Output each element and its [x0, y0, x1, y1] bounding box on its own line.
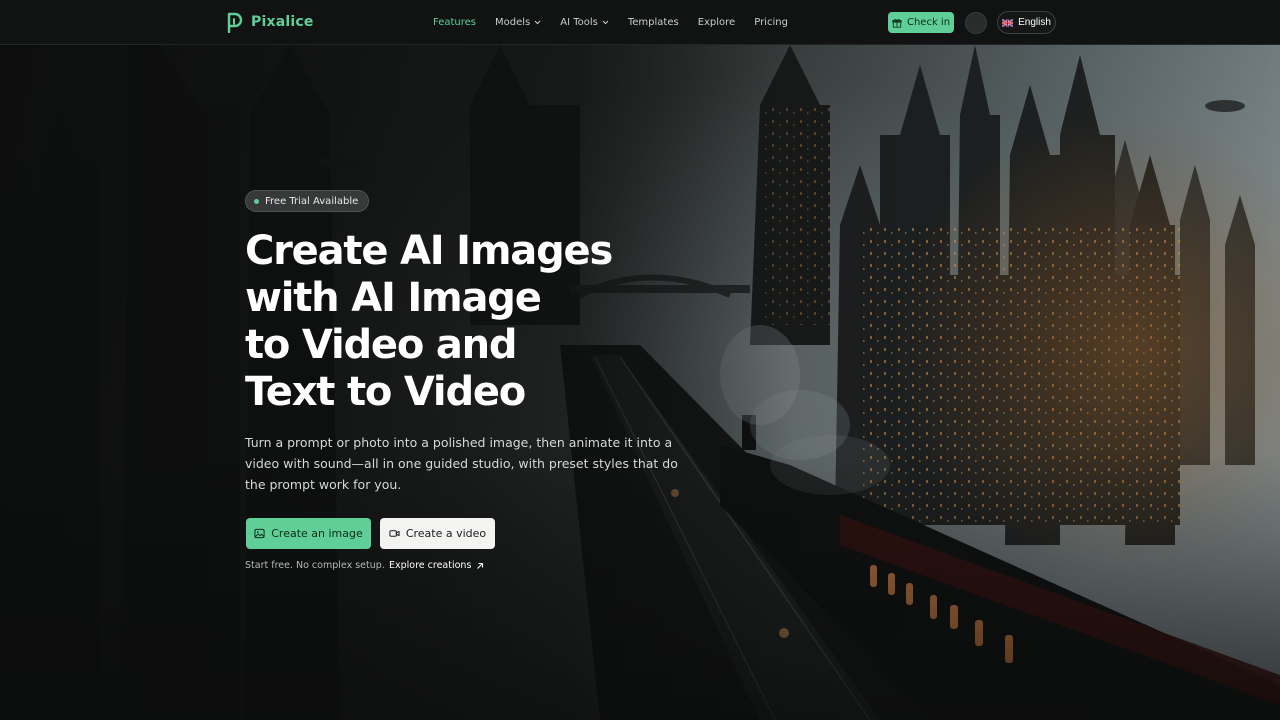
- image-icon: [254, 528, 265, 539]
- create-image-label: Create an image: [271, 527, 363, 540]
- hero-title-line-1: Create AI Images: [245, 228, 613, 274]
- create-video-button[interactable]: Create a video: [380, 518, 495, 549]
- main-nav: Features Models AI Tools Templates Explo…: [433, 0, 788, 45]
- chevron-down-icon: [602, 20, 609, 25]
- check-in-label: Check in: [906, 17, 951, 28]
- nav-templates-label: Templates: [627, 17, 679, 28]
- top-navbar: Pixalice Features Models AI Tools Templa…: [0, 0, 1280, 45]
- nav-templates[interactable]: Templates: [628, 17, 679, 28]
- nav-explore-label: Explore: [697, 17, 736, 28]
- uk-flag-icon: [1002, 18, 1014, 27]
- free-trial-badge-label: Free Trial Available: [265, 195, 359, 207]
- nav-models-label: Models: [495, 17, 531, 28]
- gift-icon: [892, 18, 902, 28]
- page: Pixalice Features Models AI Tools Templa…: [0, 0, 1280, 720]
- chevron-down-icon: [534, 20, 541, 25]
- nav-ai-tools[interactable]: AI Tools: [560, 17, 609, 28]
- nav-pricing-label: Pricing: [754, 17, 788, 28]
- pixalice-logo-icon: [227, 12, 243, 33]
- nav-explore[interactable]: Explore: [698, 17, 736, 28]
- language-label: English: [1018, 17, 1051, 28]
- nav-models[interactable]: Models: [495, 17, 541, 28]
- brand-name: Pixalice: [251, 14, 314, 30]
- free-trial-badge: Free Trial Available: [245, 190, 370, 212]
- hero-title-line-4: Text to Video: [245, 369, 526, 415]
- hero-description: Turn a prompt or photo into a polished i…: [245, 435, 678, 492]
- language-selector[interactable]: English: [997, 11, 1056, 34]
- create-image-button[interactable]: Create an image: [246, 518, 371, 549]
- hero-title-line-3: to Video and: [245, 322, 518, 368]
- start-free-note: Start free. No complex setup.: [245, 560, 385, 571]
- status-dot-icon: [254, 198, 259, 204]
- nav-features[interactable]: Features: [433, 17, 476, 28]
- hero-title-line-2: with AI Image: [245, 275, 542, 321]
- create-video-label: Create a video: [405, 527, 487, 540]
- nav-ai-tools-label: AI Tools: [560, 17, 598, 28]
- video-camera-icon: [389, 530, 400, 537]
- explore-creations-label: Explore creations: [389, 560, 472, 571]
- hero-title: Create AI Images with AI Image to Video …: [245, 228, 705, 416]
- brand-logo[interactable]: Pixalice: [226, 11, 314, 33]
- check-in-button[interactable]: Check in: [888, 12, 954, 33]
- nav-features-label: Features: [433, 17, 476, 28]
- explore-creations-link[interactable]: Explore creations: [389, 560, 484, 571]
- nav-pricing[interactable]: Pricing: [754, 17, 788, 28]
- user-avatar[interactable]: [965, 12, 987, 34]
- arrow-up-right-icon: [477, 562, 484, 569]
